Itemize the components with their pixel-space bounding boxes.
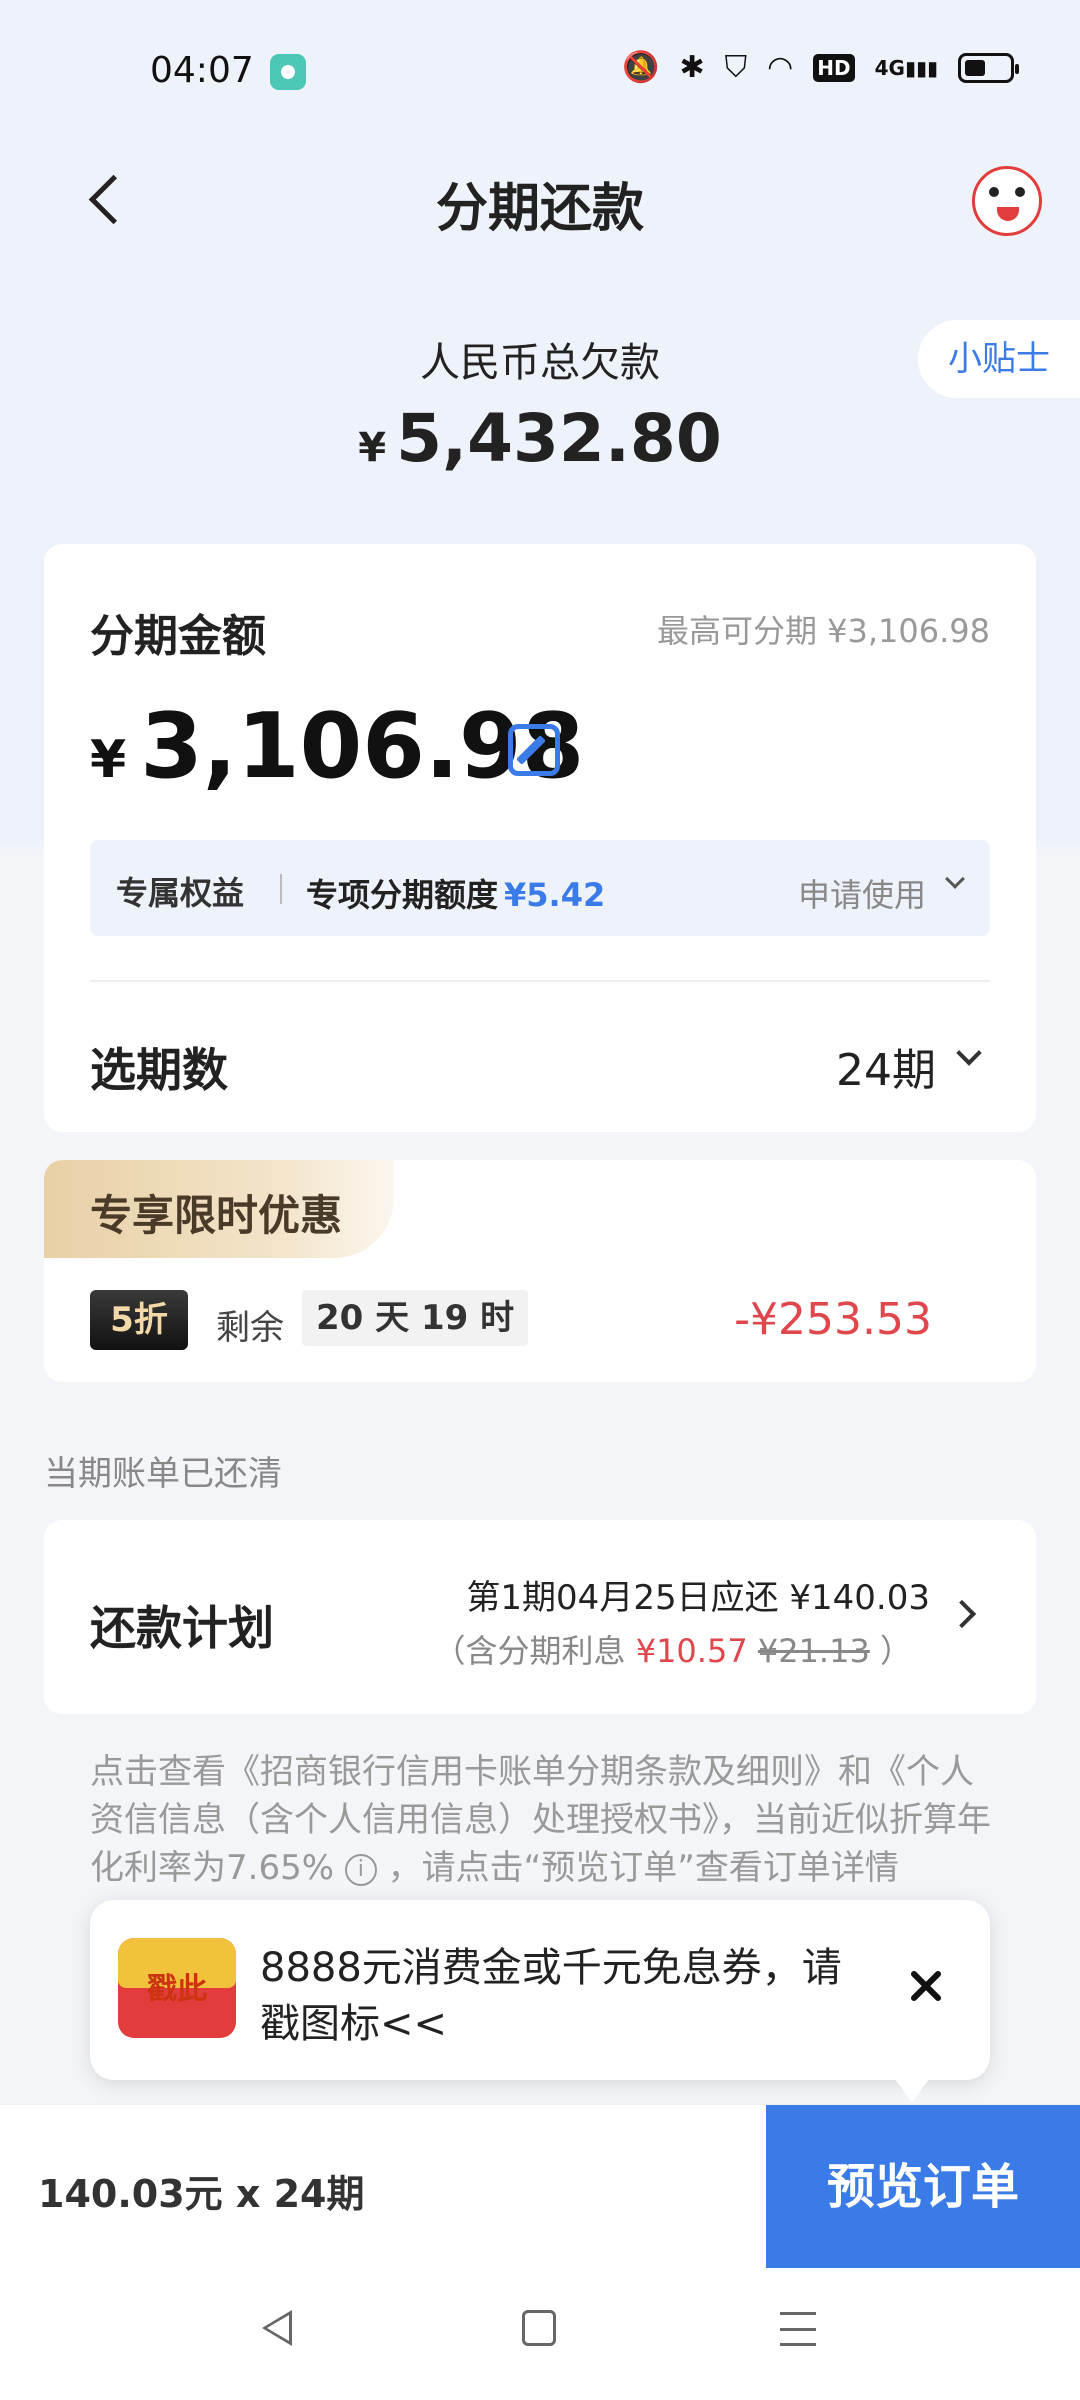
bluetooth-icon: ✱: [679, 50, 705, 85]
period-label: 选期数: [90, 1043, 228, 1097]
chevron-down-icon[interactable]: [956, 1040, 982, 1066]
status-icons: 🔕 ✱ ⛉ ◠ HD 4G▮▮▮: [622, 50, 1019, 85]
app-notification-icon: [270, 54, 306, 90]
remain-label: 剩余: [216, 1308, 284, 1348]
nav-bar: 分期还款: [0, 150, 1080, 250]
popup-text: 8888元消费金或千元免息券，请戳图标<<: [260, 1945, 842, 2047]
nav-menu-icon[interactable]: [780, 2312, 816, 2346]
period-select[interactable]: 24期: [836, 1034, 936, 1098]
benefit-text: 专项分期额度 ¥5.42: [306, 870, 605, 916]
plan-original-interest: ¥21.13: [757, 1632, 870, 1670]
chevron-right-icon: [947, 1599, 977, 1629]
system-nav-bar: [0, 2268, 1080, 2400]
total-debt-amount: ¥5,432.80: [0, 400, 1080, 477]
bottom-bar: 140.03元 x 24期 预览订单: [0, 2104, 1080, 2269]
plan-interest-prefix: （含分期利息: [433, 1632, 626, 1670]
nav-back-icon[interactable]: [262, 2310, 292, 2346]
max-installment-label: 最高可分期 ¥3,106.98: [656, 612, 990, 650]
network-type-label: 4G: [874, 55, 905, 80]
wifi-icon: ◠: [767, 50, 794, 85]
close-icon[interactable]: [906, 1966, 946, 2006]
terms-text[interactable]: 点击查看《招商银行信用卡账单分期条款及细则》和《个人资信信息（含个人信用信息）处…: [90, 1748, 1000, 1920]
plan-interest-value: ¥10.57: [635, 1632, 748, 1670]
page-title: 分期还款: [435, 179, 644, 239]
info-icon[interactable]: i: [344, 1853, 377, 1886]
benefit-row[interactable]: 专属权益 专项分期额度 ¥5.42 申请使用: [90, 840, 990, 936]
nav-home-icon[interactable]: [522, 2310, 556, 2346]
benefit-value: ¥5.42: [504, 876, 606, 914]
promo-card: 专享限时优惠 5折 剩余 20 天 19 时 -¥253.53: [44, 1160, 1036, 1382]
currency-symbol: ¥: [90, 730, 127, 790]
status-bar: 04:07 🔕 ✱ ⛉ ◠ HD 4G▮▮▮: [0, 0, 1080, 140]
preview-order-button[interactable]: 预览订单: [766, 2105, 1080, 2269]
apply-use-link[interactable]: 申请使用: [798, 870, 926, 916]
currency-symbol: ¥: [358, 425, 387, 471]
payment-summary: 140.03元 x 24期: [38, 2172, 365, 2216]
tips-button[interactable]: 小贴士: [918, 320, 1080, 398]
installment-title: 分期金额: [90, 611, 266, 662]
signal-4g-icon: 4G▮▮▮: [874, 55, 938, 80]
plan-title: 还款计划: [90, 1601, 274, 1655]
divider: [90, 980, 990, 982]
promo-title: 专享限时优惠: [90, 1191, 343, 1240]
edit-icon[interactable]: [508, 724, 560, 776]
plan-interest-suffix: ）: [879, 1632, 912, 1670]
status-time: 04:07: [150, 50, 254, 91]
promo-saving: -¥253.53: [734, 1294, 932, 1345]
plan-interest: （含分期利息 ¥10.57 ¥21.13 ）: [434, 1626, 912, 1672]
hd-icon: HD: [813, 53, 855, 82]
discount-badge: 5折: [90, 1290, 188, 1350]
plan-first-payment: 第1期04月25日应还 ¥140.03: [466, 1578, 930, 1618]
red-envelope-icon[interactable]: 戳此: [118, 1938, 236, 2038]
remain-time: 20 天 19 时: [302, 1290, 529, 1346]
shield-icon: ⛉: [724, 50, 748, 85]
divider: [280, 874, 282, 904]
benefit-label: 专项分期额度: [306, 876, 499, 914]
terms-text-tail: ，请点击“预览订单”查看订单详情: [387, 1848, 899, 1888]
repayment-plan-card[interactable]: 还款计划 第1期04月25日应还 ¥140.03 （含分期利息 ¥10.57 ¥…: [44, 1520, 1036, 1714]
installment-card: 分期金额 最高可分期 ¥3,106.98 ¥3,106.98 专属权益 专项分期…: [44, 544, 1036, 1132]
bill-status: 当期账单已还清: [44, 1454, 282, 1494]
mute-icon: 🔕: [622, 50, 660, 85]
promo-popup[interactable]: 戳此 8888元消费金或千元免息券，请戳图标<<: [90, 1900, 990, 2102]
battery-icon: [958, 52, 1019, 83]
mascot-avatar-icon[interactable]: [972, 166, 1042, 236]
popup-icon-label: 戳此: [147, 1972, 207, 2007]
chevron-down-icon: [945, 869, 965, 889]
benefit-tag: 专属权益: [116, 874, 245, 912]
total-debt-value: 5,432.80: [396, 400, 722, 477]
promo-banner: 专享限时优惠: [44, 1160, 394, 1258]
